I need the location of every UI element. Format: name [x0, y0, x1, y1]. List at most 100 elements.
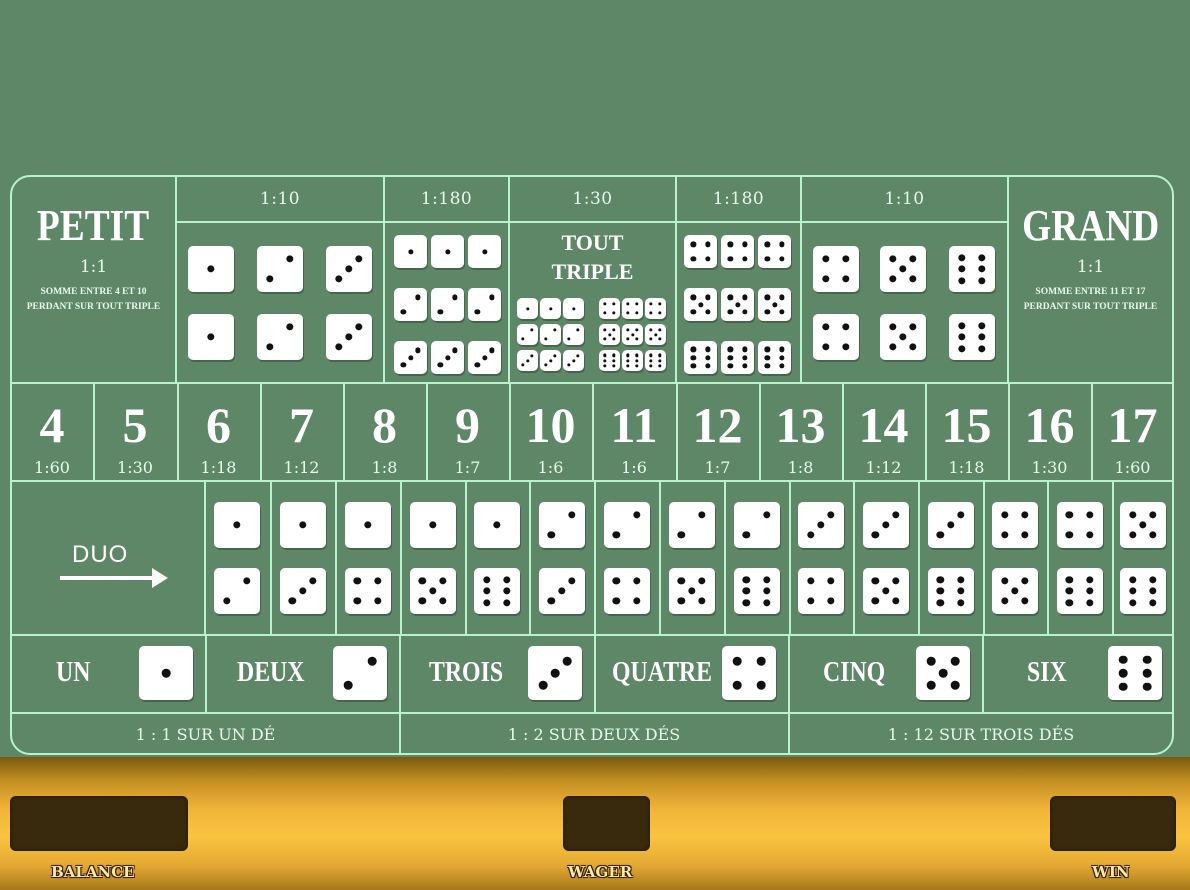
duo-2-6-die-bottom[interactable]	[733, 568, 780, 614]
pip	[889, 275, 897, 283]
pip	[807, 531, 815, 539]
pip	[571, 306, 576, 311]
triple-1-die[interactable]	[431, 235, 464, 268]
triple-5-die[interactable]	[684, 288, 717, 321]
sum-bet-17[interactable]: 17 1:60	[1091, 384, 1174, 480]
grand-bet[interactable]: GRAND 1:1 SOMME ENTRE 11 ET 17 PERDANT S…	[1009, 200, 1172, 370]
pip	[1149, 511, 1157, 519]
pip	[871, 577, 880, 585]
triple-2-die[interactable]	[394, 288, 427, 321]
duo-3-5-die-top[interactable]	[862, 502, 909, 548]
triple-5-die[interactable]	[758, 288, 791, 321]
sum-bet-15[interactable]: 15 1:18	[925, 384, 1008, 480]
sum-bet-16[interactable]: 16 1:30	[1008, 384, 1091, 480]
pip	[649, 353, 653, 357]
duo-1-3-die-bottom[interactable]	[279, 568, 326, 614]
double-3-die-top[interactable]	[326, 246, 372, 292]
double-1-die-top[interactable]	[188, 246, 234, 292]
duo-4-5-die-bottom[interactable]	[992, 568, 1038, 614]
triple-4-die[interactable]	[721, 235, 754, 268]
duo-2-6-die-top[interactable]	[733, 502, 780, 548]
pip	[690, 241, 696, 247]
sum-bet-14[interactable]: 14 1:12	[842, 384, 925, 480]
triple-6-die[interactable]	[758, 341, 791, 374]
triple-2-die[interactable]	[468, 288, 501, 321]
pip	[298, 521, 307, 529]
duo-3-6-die-bottom[interactable]	[927, 568, 974, 614]
triple-6-die[interactable]	[684, 341, 717, 374]
triple-3-die[interactable]	[431, 341, 464, 374]
triple-1-die[interactable]	[394, 235, 427, 268]
duo-3-4-die-top[interactable]	[798, 502, 844, 548]
double-2-die-top[interactable]	[257, 246, 303, 292]
win-label: WIN	[1092, 863, 1130, 881]
duo-1-5-die-top[interactable]	[409, 502, 456, 548]
duo-3-6-die-top[interactable]	[927, 502, 974, 548]
duo-2-4-die-bottom[interactable]	[603, 568, 650, 614]
pip	[1142, 655, 1152, 664]
duo-1-3-die-top[interactable]	[279, 502, 326, 548]
double-6-die-bottom[interactable]	[949, 314, 995, 360]
duo-3-4-die-bottom[interactable]	[798, 568, 844, 614]
pip	[612, 577, 621, 585]
duo-1-6-die-top[interactable]	[474, 502, 520, 548]
duo-1-2-die-bottom[interactable]	[214, 568, 260, 614]
duo-4-6-die-bottom[interactable]	[1056, 568, 1103, 614]
triple-4-die[interactable]	[758, 235, 791, 268]
triple-2-die[interactable]	[431, 288, 464, 321]
duo-2-5-die-top[interactable]	[668, 502, 715, 548]
sum-bet-11[interactable]: 11 1:6	[592, 384, 676, 480]
duo-2-5-die-bottom[interactable]	[668, 568, 715, 614]
sum-bet-12[interactable]: 12 1:7	[676, 384, 759, 480]
triple-1-die[interactable]	[468, 235, 501, 268]
sum-bet-9[interactable]: 9 1:7	[426, 384, 509, 480]
triple-3-die[interactable]	[468, 341, 501, 374]
duo-1-5-die-bottom[interactable]	[409, 568, 456, 614]
divider	[260, 383, 262, 481]
triple-3-die[interactable]	[394, 341, 427, 374]
duo-5-6-die-bottom[interactable]	[1120, 568, 1166, 614]
double-2-die-bottom[interactable]	[257, 314, 303, 360]
pip	[603, 328, 607, 332]
divider	[400, 481, 402, 635]
sum-bet-8[interactable]: 8 1:8	[343, 384, 426, 480]
triple-4-die[interactable]	[684, 235, 717, 268]
petit-bet[interactable]: PETIT 1:1 SOMME ENTRE 4 ET 10 PERDANT SU…	[12, 200, 175, 370]
pip	[881, 587, 890, 595]
duo-2-3-die-bottom[interactable]	[538, 568, 585, 614]
sum-bet-5[interactable]: 5 1:30	[93, 384, 177, 480]
pip	[415, 347, 421, 353]
double-4-die-top[interactable]	[813, 246, 859, 292]
duo-4-6-die-top[interactable]	[1056, 502, 1103, 548]
pip	[658, 358, 662, 363]
sum-bet-13[interactable]: 13 1:8	[759, 384, 842, 480]
sum-bet-10[interactable]: 10 1:6	[509, 384, 592, 480]
triple-5-die[interactable]	[721, 288, 754, 321]
double-5-die-bottom[interactable]	[880, 314, 926, 360]
double-5-die-top[interactable]	[880, 246, 926, 292]
double-3-die-bottom[interactable]	[326, 314, 372, 360]
pip	[822, 323, 830, 331]
duo-1-4-die-top[interactable]	[344, 502, 391, 548]
pip	[525, 306, 530, 311]
pip	[909, 323, 917, 331]
double-6-die-top[interactable]	[949, 246, 995, 292]
duo-1-2-die-top[interactable]	[214, 502, 260, 548]
pip	[727, 354, 733, 361]
duo-2-4-die-top[interactable]	[603, 502, 650, 548]
sum-bet-4[interactable]: 4 1:60	[11, 384, 93, 480]
sum-bet-6[interactable]: 6 1:18	[177, 384, 260, 480]
double-1-die-bottom[interactable]	[188, 314, 234, 360]
duo-3-5-die-bottom[interactable]	[862, 568, 909, 614]
duo-2-3-die-top[interactable]	[538, 502, 585, 548]
duo-1-6-die-bottom[interactable]	[474, 568, 520, 614]
double-4-die-bottom[interactable]	[813, 314, 859, 360]
triple-6-die[interactable]	[721, 341, 754, 374]
sum-bet-7[interactable]: 7 1:12	[260, 384, 343, 480]
duo-5-6-die-top[interactable]	[1120, 502, 1166, 548]
tout-triple-title: TOUT TRIPLE	[510, 228, 675, 286]
pip	[635, 328, 639, 332]
tout-triple-die	[540, 350, 561, 371]
duo-1-4-die-bottom[interactable]	[344, 568, 391, 614]
duo-4-5-die-top[interactable]	[992, 502, 1038, 548]
